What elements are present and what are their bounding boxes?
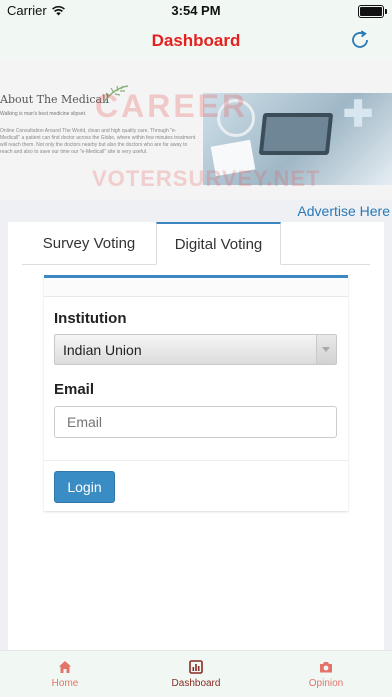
tab-home-label: Home bbox=[51, 678, 79, 689]
institution-value: Indian Union bbox=[63, 342, 142, 358]
tab-dashboard[interactable]: Dashboard bbox=[131, 651, 261, 697]
login-form: Institution Indian Union Email Login bbox=[44, 275, 348, 511]
email-label: Email bbox=[54, 381, 95, 398]
main-content: Survey Voting Digital Voting Institution… bbox=[8, 222, 384, 650]
status-bar: Carrier 3:54 PM bbox=[0, 0, 392, 22]
chart-icon bbox=[189, 660, 203, 674]
banner-heading: About The Medicall bbox=[0, 93, 110, 106]
chevron-down-icon bbox=[316, 335, 336, 364]
watermark-top: CAREER bbox=[95, 88, 249, 124]
camera-icon bbox=[320, 662, 332, 673]
tab-home[interactable]: Home bbox=[0, 651, 130, 697]
home-icon bbox=[59, 661, 71, 673]
laptop-shape bbox=[258, 113, 334, 155]
advertise-link[interactable]: Advertise Here bbox=[297, 203, 390, 219]
tab-survey-voting[interactable]: Survey Voting bbox=[22, 222, 156, 264]
voting-tabs: Survey Voting Digital Voting bbox=[22, 222, 370, 265]
tab-digital-voting[interactable]: Digital Voting bbox=[156, 222, 281, 265]
banner-tagline: Walking is man's best medicine slipset. bbox=[0, 111, 87, 117]
tab-opinion[interactable]: Opinion bbox=[261, 651, 391, 697]
battery-icon bbox=[358, 5, 387, 18]
refresh-icon[interactable] bbox=[348, 28, 372, 52]
tab-dashboard-label: Dashboard bbox=[171, 678, 221, 689]
tab-bar: Home Dashboard Opinion bbox=[0, 650, 392, 697]
clock: 3:54 PM bbox=[171, 3, 221, 18]
form-divider bbox=[44, 460, 348, 461]
institution-label: Institution bbox=[54, 310, 127, 327]
watermark-bottom: VOTERSURVEY.NET bbox=[92, 166, 321, 191]
medical-cross-icon: ✚ bbox=[343, 93, 374, 134]
page-title: Dashboard bbox=[151, 31, 241, 50]
email-field[interactable] bbox=[54, 406, 337, 438]
tab-opinion-label: Opinion bbox=[308, 678, 344, 689]
form-header bbox=[44, 278, 348, 297]
banner-paragraph: Online Consultation Around The World, cl… bbox=[0, 128, 196, 155]
institution-select[interactable]: Indian Union bbox=[54, 334, 337, 365]
login-button[interactable]: Login bbox=[54, 471, 115, 503]
navigation-bar: Dashboard bbox=[0, 22, 392, 60]
promo-banner[interactable]: About The Medicall Walking is man's best… bbox=[0, 60, 392, 200]
